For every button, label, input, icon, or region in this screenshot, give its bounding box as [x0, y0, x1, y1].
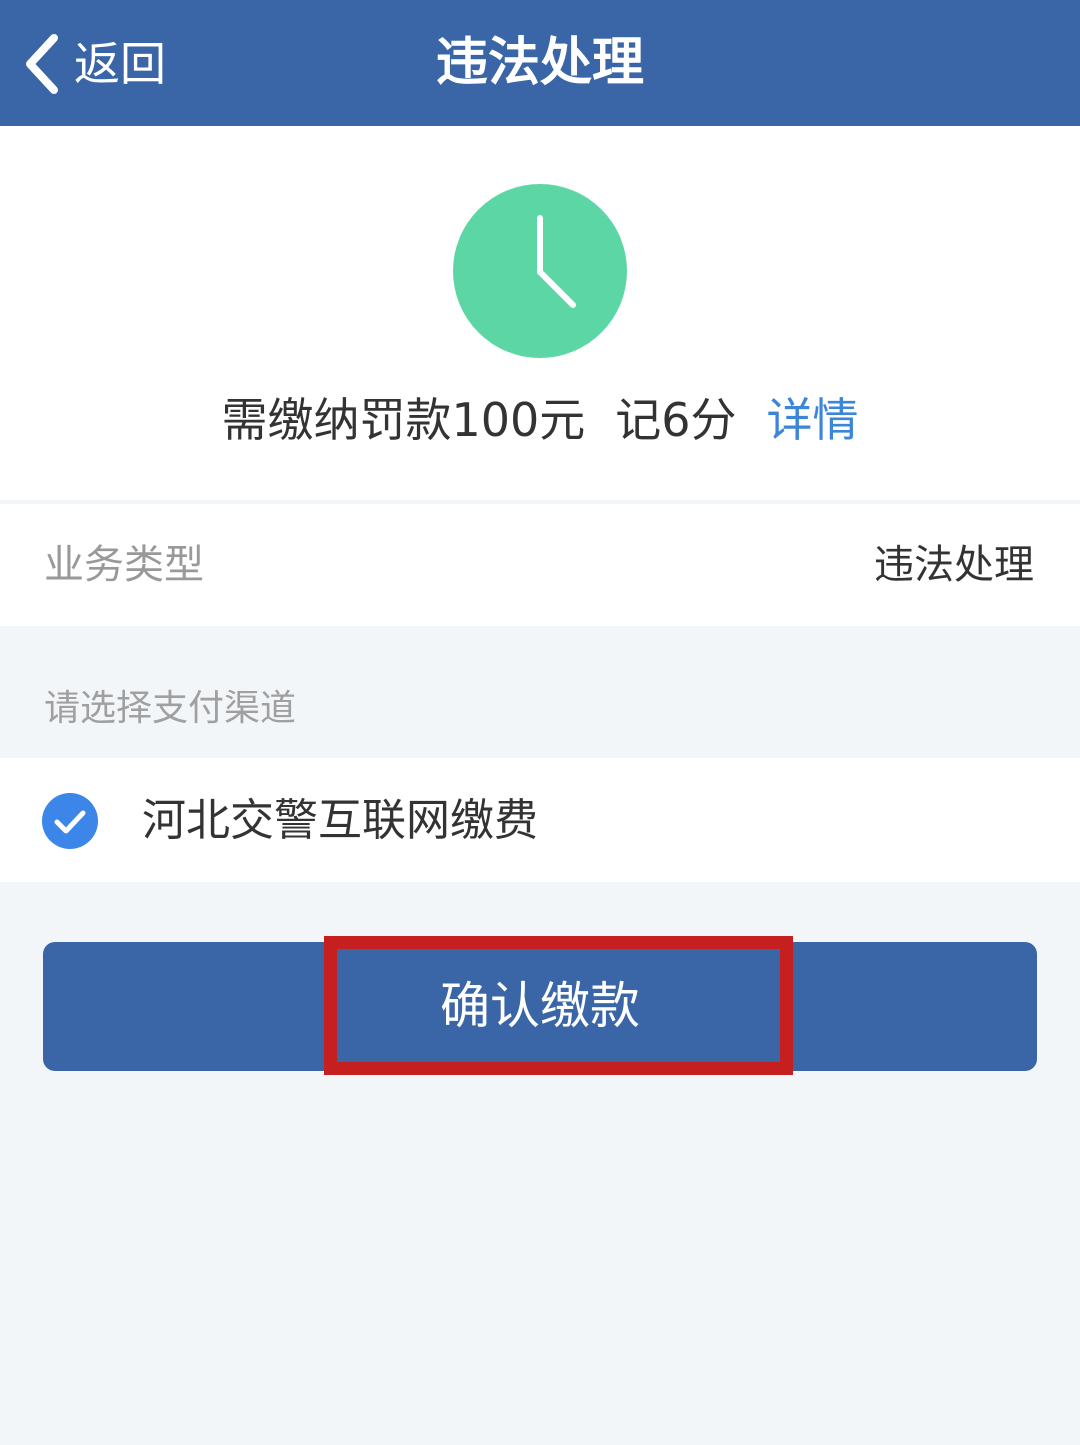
payment-channel-label: 河北交警互联网缴费	[142, 795, 538, 846]
business-type-row: 业务类型 违法处理	[0, 504, 1080, 626]
confirm-payment-button[interactable]: 确认缴款	[43, 942, 1037, 1071]
back-label: 返回	[74, 37, 166, 91]
status-panel: 需缴纳罚款100元 记6分 详情	[0, 126, 1080, 500]
detail-link[interactable]: 详情	[767, 393, 859, 447]
business-type-label: 业务类型	[44, 542, 204, 588]
nav-bar: 返回 违法处理	[0, 0, 1080, 126]
fine-amount: 需缴纳罚款100元	[221, 393, 586, 447]
back-button[interactable]: 返回	[22, 28, 166, 100]
chevron-left-icon	[26, 34, 58, 94]
penalty-points: 记6分	[615, 393, 737, 447]
check-circle-icon[interactable]	[42, 793, 98, 849]
payment-section-label: 请选择支付渠道	[44, 688, 297, 729]
clock-icon	[453, 184, 627, 358]
penalty-summary: 需缴纳罚款100元 记6分 详情	[0, 388, 1080, 452]
business-type-value: 违法处理	[874, 542, 1034, 588]
payment-channel-option[interactable]: 河北交警互联网缴费	[0, 758, 1080, 882]
